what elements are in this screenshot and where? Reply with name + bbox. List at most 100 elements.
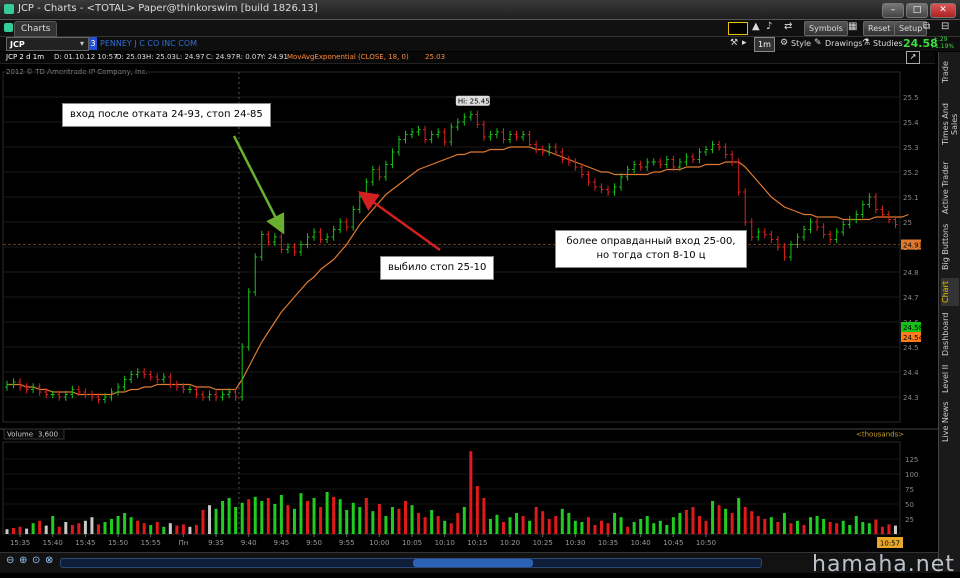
annotation-stop-hit: выбило стоп 25-10	[380, 256, 495, 280]
volume-bar	[51, 516, 55, 534]
volume-bar	[168, 523, 172, 534]
bar-low: L: 24.97	[176, 53, 205, 61]
bar-date: D: 01.10.12 10:57	[54, 53, 118, 61]
volume-bar	[854, 516, 858, 534]
wrench-icon[interactable]: ⚒	[730, 38, 738, 48]
volume-bar	[737, 498, 741, 534]
volume-bar	[802, 525, 806, 534]
volume-bar	[103, 522, 107, 534]
volume-bar	[332, 496, 336, 534]
y-tick-label: 25.1	[903, 194, 919, 202]
tab-big-buttons[interactable]: Big Buttons	[941, 220, 959, 274]
pencil-icon[interactable]: ✎	[814, 38, 822, 48]
volume-bar	[377, 504, 381, 534]
style-icon[interactable]: ⚙	[780, 38, 788, 48]
horizontal-scrollbar[interactable]	[60, 558, 762, 568]
style-button[interactable]: Style	[791, 37, 811, 50]
volume-bar	[443, 520, 447, 534]
tab-dashboard[interactable]: Dashboard	[941, 310, 959, 358]
volume-bar	[521, 516, 525, 534]
maximize-button[interactable]: □	[906, 3, 928, 18]
scrollbar-thumb[interactable]	[413, 559, 533, 567]
volume-bar	[645, 516, 649, 534]
share-icon[interactable]: ▸	[742, 38, 747, 48]
y-tick-label: 25.5	[903, 94, 919, 102]
reset-button[interactable]: Reset	[863, 21, 896, 36]
grid-icon[interactable]: ▦	[848, 21, 857, 32]
x-tick-label: 10:15	[467, 539, 487, 547]
study-name: MovAvgExponential (CLOSE, 18, 0)	[287, 53, 409, 61]
volume-bar	[619, 517, 623, 534]
tab-live-news[interactable]: Live News	[941, 400, 959, 444]
x-tick-label: 15:55	[141, 539, 161, 547]
volume-bar	[345, 510, 349, 534]
volume-bar	[306, 501, 310, 534]
x-tick-label: 15:40	[43, 539, 63, 547]
volume-bar	[123, 513, 127, 534]
high-label: Hi: 25.45	[458, 97, 490, 105]
pin-icon[interactable]: ⊟	[941, 21, 949, 32]
volume-bar	[560, 508, 564, 534]
y-tick-label: 25.4	[903, 119, 919, 127]
link-number-badge[interactable]: 3	[89, 37, 97, 50]
studies-icon[interactable]: ⚗	[862, 38, 870, 48]
volume-bar	[488, 519, 492, 534]
volume-bar	[31, 523, 35, 534]
zoom-out-icon[interactable]: ⊖	[6, 555, 14, 566]
detach-icon[interactable]: ⧉	[923, 21, 930, 32]
draw-tool-icon[interactable]: ↗	[906, 51, 920, 64]
volume-bar	[743, 507, 747, 534]
volume-tick-label: 100	[905, 471, 918, 479]
tab-chart[interactable]: Chart	[941, 278, 959, 306]
tab-times-and-sales[interactable]: Times And Sales	[941, 92, 959, 156]
volume-label: Volume	[7, 431, 33, 439]
close-button[interactable]: ✕	[930, 3, 956, 18]
zoom-fit-icon[interactable]: ⊙	[32, 555, 40, 566]
symbol-dropdown-icon[interactable]: ▾	[80, 37, 84, 50]
symbols-button[interactable]: Symbols	[804, 21, 848, 36]
volume-bar	[273, 504, 277, 534]
symbol-input[interactable]: JCP	[6, 37, 89, 51]
volume-bar	[286, 505, 290, 534]
drawings-button[interactable]: Drawings	[825, 37, 862, 50]
volume-tick-label: 50	[905, 501, 914, 509]
bar-close: C: 24.97	[206, 53, 236, 61]
volume-bar	[776, 522, 780, 534]
tab-level-ii[interactable]: Level II	[941, 362, 959, 396]
volume-bar	[501, 522, 505, 534]
volume-bar	[632, 522, 636, 534]
minimize-button[interactable]: –	[882, 3, 904, 18]
studies-button[interactable]: Studies	[873, 37, 903, 50]
volume-bar	[155, 522, 159, 534]
y-tick-label: 24.4	[903, 369, 919, 377]
link-color-box[interactable]	[728, 22, 748, 35]
alert-icon[interactable]: ▲	[752, 21, 760, 32]
volume-bar	[639, 519, 643, 534]
x-tick-label: 10:25	[533, 539, 553, 547]
tab-active-trader[interactable]: Active Trader	[941, 160, 959, 216]
volume-units: <thousands>	[856, 431, 904, 439]
volume-bar	[90, 517, 94, 534]
volume-bar	[482, 498, 486, 534]
watermark: hamaha.net	[812, 552, 955, 577]
volume-tick-label: 75	[905, 486, 914, 494]
volume-bar	[534, 507, 538, 534]
x-tick-label: 9:50	[306, 539, 322, 547]
tab-charts[interactable]: Charts	[14, 21, 58, 37]
volume-bar	[44, 525, 48, 534]
annotation-better-entry: более оправданный вход 25-00, но тогда с…	[555, 230, 747, 268]
zoom-in-icon[interactable]: ⊕	[19, 555, 27, 566]
pan-icon[interactable]: ⊗	[45, 555, 53, 566]
volume-bar	[456, 513, 460, 534]
bell-icon[interactable]: ♪	[766, 21, 772, 32]
volume-bar	[697, 516, 701, 534]
link-icon[interactable]: ⇄	[784, 21, 792, 32]
volume-bar	[822, 519, 826, 534]
timeframe-button[interactable]: 1m	[754, 37, 775, 52]
volume-tick-label: 25	[905, 516, 914, 524]
volume-bar	[384, 516, 388, 534]
tab-trade[interactable]: Trade	[941, 56, 959, 88]
volume-bar	[841, 520, 845, 534]
volume-bar	[234, 507, 238, 534]
volume-bar	[338, 499, 342, 534]
